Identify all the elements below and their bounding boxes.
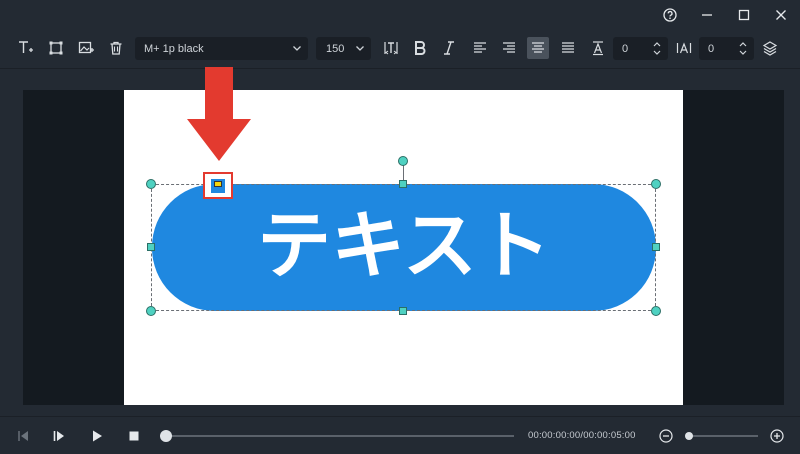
chevron-down-icon [356, 46, 364, 51]
text-editor-window: M+ 1p black 150 0 0 テキスト 00:00:00:00/00:… [0, 0, 800, 454]
trash-icon[interactable] [105, 37, 127, 59]
text-box-icon[interactable] [45, 37, 67, 59]
align-center-icon[interactable] [527, 37, 549, 59]
seek-handle[interactable] [160, 430, 172, 442]
timecode: 00:00:00:00/00:00:05:00 [528, 430, 636, 441]
play-icon[interactable] [87, 426, 107, 446]
align-right-icon[interactable] [498, 37, 520, 59]
chevron-down-icon [293, 46, 301, 51]
italic-icon[interactable] [438, 37, 460, 59]
font-size-select[interactable]: 150 [316, 37, 371, 60]
zoom-in-icon[interactable] [767, 426, 787, 446]
bold-icon[interactable] [409, 37, 431, 59]
line-spacing-icon[interactable] [587, 37, 609, 59]
resize-handle-top-left[interactable] [146, 179, 156, 189]
letter-spacing-value: 0 [708, 42, 715, 55]
resize-handle-top[interactable] [399, 180, 407, 188]
layers-icon[interactable] [759, 37, 781, 59]
resize-handle-left[interactable] [147, 243, 155, 251]
line-spacing-value: 0 [622, 42, 629, 55]
resize-handle-right[interactable] [652, 243, 660, 251]
selection-box [151, 184, 656, 311]
add-image-icon[interactable] [75, 37, 97, 59]
rotation-handle[interactable] [398, 156, 408, 166]
maximize-icon[interactable] [733, 5, 755, 25]
title-bar [0, 0, 800, 30]
transport-divider [0, 416, 800, 417]
add-text-icon[interactable] [15, 37, 37, 59]
font-family-value: M+ 1p black [144, 42, 204, 55]
close-icon[interactable] [770, 5, 792, 25]
step-forward-icon[interactable] [49, 426, 69, 446]
resize-handle-top-right[interactable] [651, 179, 661, 189]
zoom-out-icon[interactable] [656, 426, 676, 446]
handle-marker-icon [214, 181, 222, 187]
letter-spacing-icon[interactable] [673, 37, 695, 59]
seek-bar[interactable] [166, 435, 514, 437]
line-spacing-stepper[interactable]: 0 [613, 37, 668, 60]
font-size-value: 150 [326, 42, 345, 55]
red-arrow-icon [187, 67, 251, 161]
stepper-arrows-icon[interactable] [652, 40, 662, 57]
step-back-icon[interactable] [13, 426, 33, 446]
align-justify-icon[interactable] [557, 37, 579, 59]
letter-spacing-stepper[interactable]: 0 [699, 37, 754, 60]
resize-handle-bottom[interactable] [399, 307, 407, 315]
highlighted-edit-button[interactable] [203, 172, 233, 199]
resize-handle-bottom-left[interactable] [146, 306, 156, 316]
text-toolbar: M+ 1p black 150 0 0 [0, 34, 800, 62]
toolbar-divider [0, 68, 800, 69]
minimize-icon[interactable] [696, 5, 718, 25]
stop-icon[interactable] [124, 426, 144, 446]
stepper-arrows-icon[interactable] [738, 40, 748, 57]
text-spacing-icon[interactable] [380, 37, 402, 59]
align-left-icon[interactable] [469, 37, 491, 59]
font-family-select[interactable]: M+ 1p black [135, 37, 308, 60]
zoom-slider[interactable] [688, 435, 758, 437]
help-circle-icon[interactable] [659, 5, 681, 25]
zoom-slider-handle[interactable] [685, 432, 693, 440]
resize-handle-bottom-right[interactable] [651, 306, 661, 316]
